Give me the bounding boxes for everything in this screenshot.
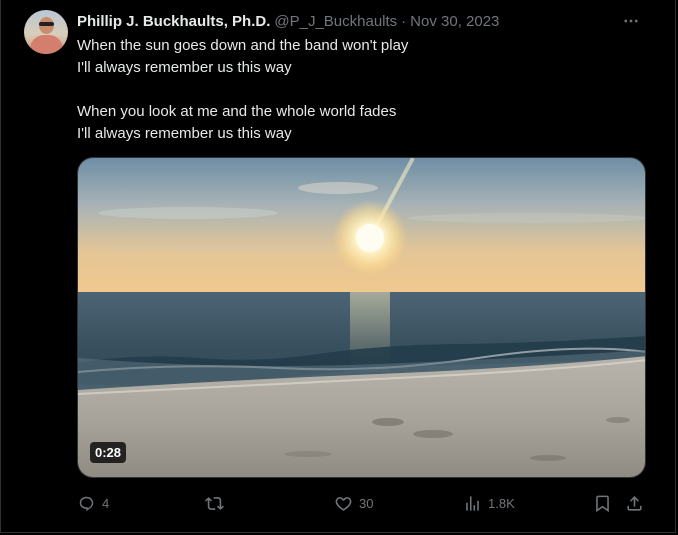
tweet-text-line: When the sun goes down and the band won'…	[77, 37, 409, 54]
author-avatar[interactable]	[24, 10, 68, 54]
avatar-glasses	[39, 22, 54, 26]
video-duration-badge: 0:28	[90, 442, 127, 463]
retweet-button[interactable]	[205, 490, 230, 516]
tweet-text-line: I'll always remember us this way	[77, 125, 292, 142]
like-count: 30	[359, 495, 374, 511]
author-handle[interactable]: @P_J_Buckhaults	[274, 13, 397, 30]
share-icon	[627, 495, 642, 511]
like-button[interactable]: 30	[334, 490, 373, 516]
video-player[interactable]: 0:28	[77, 157, 646, 478]
more-options-button[interactable]	[621, 11, 641, 31]
more-options-icon	[624, 19, 638, 23]
tweet-header: Phillip J. Buckhaults, Ph.D. @P_J_Buckha…	[77, 11, 499, 31]
heart-icon	[335, 496, 352, 511]
tweet-text-line: I'll always remember us this way	[77, 59, 292, 76]
header-separator: ·	[401, 12, 407, 30]
tweet-date[interactable]: Nov 30, 2023	[410, 13, 499, 30]
views-button[interactable]: 1.8K	[463, 490, 515, 516]
views-icon	[466, 495, 479, 511]
bookmark-icon	[596, 495, 609, 512]
reply-icon	[79, 496, 94, 511]
beach-sunset-video-thumbnail	[78, 158, 645, 477]
reply-button[interactable]: 4	[77, 490, 109, 516]
share-button[interactable]	[625, 490, 644, 516]
tweet-text: When the sun goes down and the band won'…	[77, 35, 647, 145]
retweet-icon	[205, 496, 224, 510]
tweet-actions: 4 30 1.8K	[77, 490, 647, 516]
avatar-torso	[30, 35, 63, 54]
bookmark-button[interactable]	[593, 490, 612, 516]
tweet-text-line: When you look at me and the whole world …	[77, 103, 397, 120]
reply-count: 4	[102, 495, 110, 511]
views-count: 1.8K	[488, 495, 515, 511]
author-display-name[interactable]: Phillip J. Buckhaults, Ph.D.	[77, 13, 270, 30]
tweet-card[interactable]: Phillip J. Buckhaults, Ph.D. @P_J_Buckha…	[0, 0, 676, 533]
